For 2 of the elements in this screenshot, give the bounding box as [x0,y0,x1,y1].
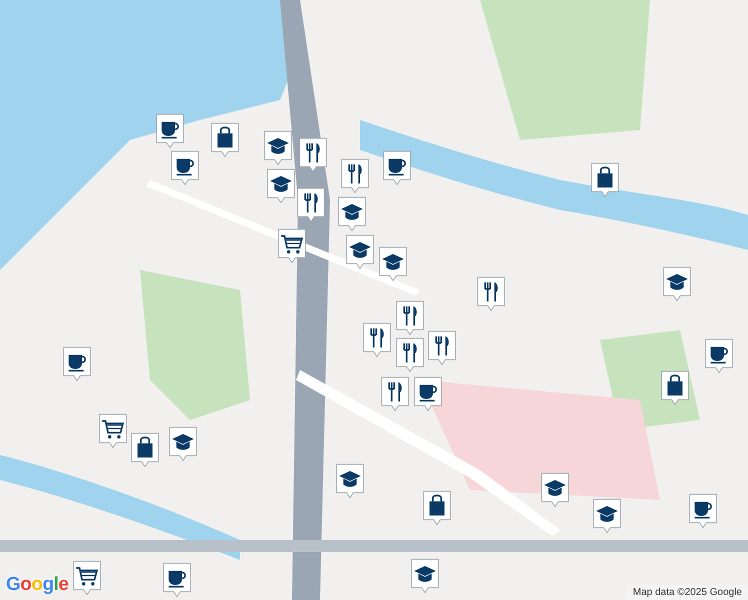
map-attribution: Map data ©2025 Google [626,585,748,600]
google-logo: Google [6,574,68,596]
